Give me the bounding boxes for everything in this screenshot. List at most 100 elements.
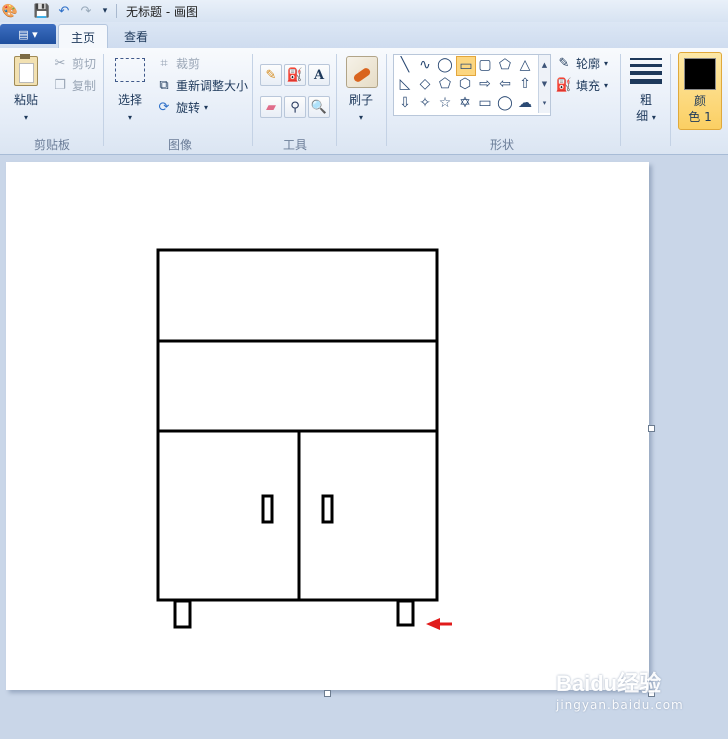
window-title: 无标题 - 画图 [126, 5, 198, 19]
shape-option-icon[interactable]: ⇧ [516, 75, 534, 93]
copy-icon: ❐ [54, 77, 66, 93]
size-label-text: 细 [636, 109, 649, 123]
magnifier-icon[interactable]: 🔍 [308, 96, 330, 118]
copy-label: 复制 [72, 78, 97, 93]
shape-option-icon[interactable]: ◺ [396, 75, 414, 93]
tab-view[interactable]: 查看 [112, 24, 160, 48]
brushes-label: 刷子 [348, 93, 373, 107]
drawing-svg [156, 248, 452, 630]
app-menu-button[interactable]: ▤ ▾ [0, 24, 56, 44]
brush-icon [346, 56, 378, 88]
scissors-icon: ✂ [54, 55, 66, 71]
shape-option-icon[interactable]: ▢ [476, 56, 494, 74]
shape-option-icon[interactable]: ☁ [516, 94, 534, 112]
resize-button[interactable]: ⧉ 重新调整大小 [156, 76, 248, 94]
shape-option-icon[interactable]: ⬠ [436, 75, 454, 93]
save-icon[interactable]: 💾 [34, 3, 50, 19]
brushes-button[interactable]: 刷子 ▾ [344, 54, 378, 128]
shape-option-icon[interactable]: ⬡ [456, 75, 474, 93]
watermark-url: jingyan.baidu.com [556, 698, 684, 712]
group-label-clipboard: 剪贴板 [33, 138, 70, 152]
paste-dropdown-icon: ▾ [23, 113, 28, 122]
canvas-resize-handle-right[interactable] [648, 425, 655, 432]
group-separator [252, 54, 253, 146]
outline-pen-icon: ✎ [558, 55, 570, 71]
shape-option-icon[interactable]: ☆ [436, 94, 454, 112]
crop-label: 裁剪 [176, 56, 201, 71]
resize-label: 重新调整大小 [176, 78, 249, 93]
title-bar: 🎨 💾 ↶ ↷ ▾ 无标题 - 画图 [0, 0, 728, 23]
paint-app-icon[interactable]: 🎨 [2, 3, 18, 19]
copy-button[interactable]: ❐ 复制 [52, 76, 96, 94]
canvas-area [0, 155, 728, 739]
rotate-icon: ⟳ [158, 99, 170, 115]
shape-option-icon[interactable]: ∿ [416, 56, 434, 74]
outline-label: 轮廓 [576, 56, 601, 71]
color1-button[interactable]: 颜 色 1 [678, 52, 722, 130]
rotate-label: 旋转 [176, 100, 201, 115]
shape-option-icon[interactable]: ◯ [496, 94, 514, 112]
shape-option-icon[interactable]: ✡ [456, 94, 474, 112]
shape-option-icon[interactable]: ╲ [396, 56, 414, 74]
gallery-scroll-up-icon[interactable]: ▲ [538, 55, 550, 74]
cabinet-drawing [156, 248, 439, 629]
shape-option-icon[interactable]: ◯ [436, 56, 454, 74]
cut-label: 剪切 [72, 56, 97, 71]
clipboard-icon [14, 54, 38, 86]
color1-label-line2: 色 1 [688, 110, 712, 124]
text-tool-icon[interactable]: A [308, 64, 330, 86]
size-label-line2: 细 ▾ [626, 108, 666, 126]
group-label-shapes: 形状 [489, 138, 514, 152]
cut-button[interactable]: ✂ 剪切 [52, 54, 96, 72]
shape-option-icon[interactable]: △ [516, 56, 534, 74]
group-separator [103, 54, 104, 146]
customize-dropdown-icon[interactable]: ▾ [99, 3, 111, 19]
undo-icon[interactable]: ↶ [56, 3, 72, 19]
gallery-expand-icon[interactable]: ▾ [538, 93, 550, 113]
paste-label: 粘贴 [13, 93, 38, 107]
eraser-icon[interactable]: ▰ [260, 96, 282, 118]
left-door-handle [261, 494, 274, 524]
tab-home-label: 主页 [71, 30, 96, 45]
fill-button[interactable]: ⛽ 填充 ▾ [556, 76, 608, 94]
group-separator [336, 54, 337, 146]
shape-option-icon[interactable]: ⇦ [496, 75, 514, 93]
line-width-icon [630, 58, 662, 84]
select-dropdown-icon: ▾ [127, 113, 132, 122]
pencil-icon[interactable]: ✎ [260, 64, 282, 86]
outline-button[interactable]: ✎ 轮廓 ▾ [556, 54, 608, 72]
paste-button[interactable]: 粘贴 ▾ [8, 54, 44, 128]
shape-option-icon[interactable]: ✧ [416, 94, 434, 112]
drawing-canvas[interactable] [6, 162, 649, 690]
tab-home[interactable]: 主页 [58, 24, 109, 49]
size-button[interactable]: 粗 细 ▾ [626, 54, 666, 132]
shape-option-icon[interactable]: ▭ [476, 94, 494, 112]
color-picker-icon[interactable]: ⚲ [284, 96, 306, 118]
color1-label-line1: 颜 [693, 94, 706, 108]
red-arrow-icon [426, 618, 452, 630]
fill-bucket-icon[interactable]: ⛽ [284, 64, 306, 86]
tab-view-label: 查看 [124, 29, 149, 44]
shape-option-icon[interactable]: ◇ [416, 75, 434, 93]
gallery-scroll-down-icon[interactable]: ▼ [538, 74, 550, 93]
group-separator [620, 54, 621, 146]
shape-option-icon[interactable]: ▭ [456, 56, 476, 76]
rotate-dropdown-icon: ▾ [204, 102, 209, 112]
shape-option-icon[interactable]: ⬠ [496, 56, 514, 74]
title-separator [116, 4, 117, 18]
group-label-image: 图像 [167, 138, 192, 152]
color1-swatch [684, 58, 716, 90]
watermark-brand: Baidu经验 [556, 671, 662, 696]
size-dropdown-icon: ▾ [651, 113, 656, 122]
tab-bar: ▤ ▾ 主页 查看 [0, 22, 728, 49]
select-button[interactable]: 选择 ▾ [112, 56, 148, 128]
size-label-line1: 粗 [639, 93, 652, 107]
canvas-resize-handle-bottom[interactable] [324, 690, 331, 697]
redo-icon[interactable]: ↷ [78, 3, 94, 19]
shape-option-icon[interactable]: ⇩ [396, 94, 414, 112]
shape-option-icon[interactable]: ⇨ [476, 75, 494, 93]
crop-button[interactable]: ⌗ 裁剪 [156, 54, 200, 72]
resize-icon: ⧉ [159, 77, 169, 93]
rotate-button[interactable]: ⟳ 旋转 ▾ [156, 98, 208, 116]
fill-dropdown-icon: ▾ [604, 80, 609, 90]
